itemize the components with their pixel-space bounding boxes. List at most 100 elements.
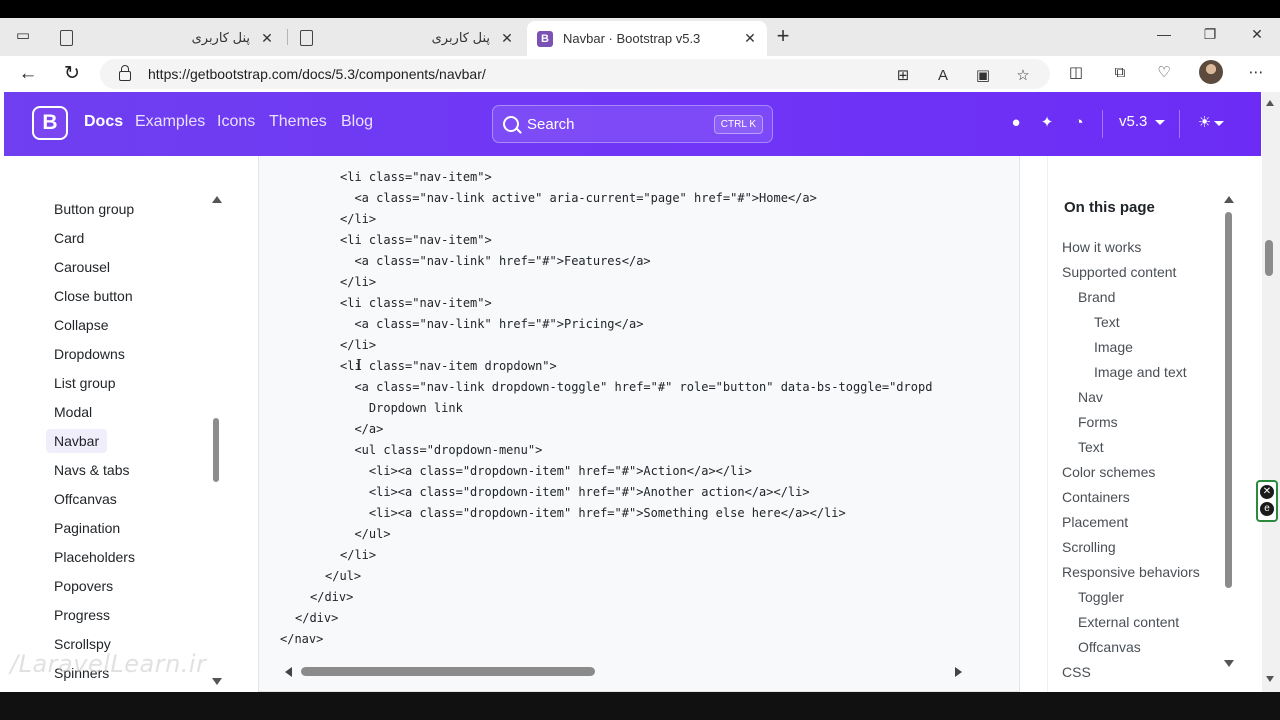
version-dropdown[interactable]: v5.3: [1119, 113, 1166, 130]
sidebar-item-offcanvas[interactable]: Offcanvas: [54, 491, 117, 507]
browser-window: ▭ پنل کاربری ✕ پنل کاربری ✕ B Navbar · B…: [0, 18, 1280, 692]
sidebar-item-card[interactable]: Card: [54, 230, 84, 246]
collections-icon[interactable]: ⧉: [1109, 62, 1131, 84]
sidebar-item-close-button[interactable]: Close button: [54, 288, 133, 304]
workspaces-icon[interactable]: ▭: [14, 27, 32, 45]
twitter-icon[interactable]: ✦: [1036, 112, 1058, 134]
toc-scrollbar-thumb[interactable]: [1225, 212, 1232, 588]
toc-item-responsive-behaviors[interactable]: Responsive behaviors: [1062, 564, 1200, 580]
split-screen-icon[interactable]: ◫: [1065, 62, 1087, 84]
toc-item-containers[interactable]: Containers: [1062, 489, 1130, 505]
navbar-divider: [1102, 110, 1103, 138]
toc-item-nav[interactable]: Nav: [1078, 389, 1103, 405]
github-icon[interactable]: ●: [1005, 112, 1027, 134]
back-button[interactable]: ←: [16, 62, 40, 86]
toc-item-image-and-text[interactable]: Image and text: [1094, 364, 1187, 380]
bootstrap-logo[interactable]: B: [32, 106, 68, 140]
code-scroll-right-arrow[interactable]: [955, 667, 962, 677]
profile-avatar[interactable]: [1199, 60, 1223, 84]
sidebar-item-navbar[interactable]: Navbar: [46, 429, 108, 453]
sidebar-item-popovers[interactable]: Popovers: [54, 578, 113, 594]
bootstrap-navbar: B Docs Examples Icons Themes Blog Search…: [4, 92, 1261, 156]
code-line: <a class="nav-link dropdown-toggle" href…: [340, 380, 933, 394]
tab-user-panel-2[interactable]: پنل کاربری ✕: [290, 23, 524, 53]
close-tab-icon[interactable]: ✕: [260, 30, 274, 47]
sidebar-item-navs-tabs[interactable]: Navs & tabs: [54, 462, 129, 478]
tab-separator: [287, 29, 288, 45]
toc-item-placement[interactable]: Placement: [1062, 514, 1128, 530]
favorite-star-icon[interactable]: ☆: [1012, 65, 1034, 87]
sidebar-item-collapse[interactable]: Collapse: [54, 317, 108, 333]
toc-item-color-schemes[interactable]: Color schemes: [1062, 464, 1155, 480]
toc-scroll-down-arrow[interactable]: [1224, 660, 1234, 667]
sidebar-scrollbar-thumb[interactable]: [213, 418, 219, 482]
page-scroll-up-arrow[interactable]: [1266, 100, 1274, 106]
close-icon[interactable]: ✕: [1260, 485, 1274, 499]
toc-item-forms[interactable]: Forms: [1078, 414, 1118, 430]
refresh-button[interactable]: ↻: [60, 62, 84, 86]
sidebar-item-list-group[interactable]: List group: [54, 375, 115, 391]
search-shortcut: CTRL K: [713, 115, 763, 134]
sidebar-item-pagination[interactable]: Pagination: [54, 520, 120, 536]
toc-item-brand-image[interactable]: Image: [1094, 339, 1133, 355]
address-bar: ← ↻ https://getbootstrap.com/docs/5.3/co…: [0, 56, 1280, 92]
app-available-icon[interactable]: ⊞: [892, 65, 914, 87]
toc-item-external-content[interactable]: External content: [1078, 614, 1179, 630]
close-tab-icon[interactable]: ✕: [743, 30, 757, 47]
code-line: </ul>: [340, 527, 391, 541]
toc-item-how-it-works[interactable]: How it works: [1062, 239, 1141, 255]
toc-item-brand-text[interactable]: Text: [1094, 314, 1120, 330]
browser-essentials-icon[interactable]: ♡: [1153, 62, 1175, 84]
tab-user-panel-1[interactable]: پنل کاربری ✕: [50, 23, 284, 53]
code-line: </ul>: [325, 569, 362, 583]
code-horizontal-scrollbar-thumb[interactable]: [301, 667, 595, 676]
bootstrap-favicon-icon: B: [537, 30, 553, 47]
text-cursor-icon: I: [356, 356, 362, 374]
toc-item-scrolling[interactable]: Scrolling: [1062, 539, 1116, 555]
close-tab-icon[interactable]: ✕: [500, 30, 514, 47]
page-scroll-down-arrow[interactable]: [1266, 676, 1274, 682]
page-scrollbar[interactable]: [1262, 92, 1280, 692]
sidebar-scroll-up-arrow[interactable]: [212, 196, 222, 203]
floating-widget[interactable]: ✕ e: [1256, 480, 1278, 522]
nav-link-themes[interactable]: Themes: [269, 113, 327, 131]
maximize-button[interactable]: ❐: [1200, 26, 1220, 43]
more-menu-icon[interactable]: ⋯: [1245, 62, 1267, 84]
sidebar-item-dropdowns[interactable]: Dropdowns: [54, 346, 125, 362]
read-aloud-icon[interactable]: A: [932, 65, 954, 87]
minimize-button[interactable]: —: [1154, 26, 1174, 42]
toc-item-brand[interactable]: Brand: [1078, 289, 1115, 305]
sidebar-item-progress[interactable]: Progress: [54, 607, 110, 623]
sidebar-scroll-down-arrow[interactable]: [212, 678, 222, 685]
immersive-reader-icon[interactable]: ▣: [972, 65, 994, 87]
page-scrollbar-thumb[interactable]: [1265, 240, 1273, 276]
url-text[interactable]: https://getbootstrap.com/docs/5.3/compon…: [148, 66, 486, 82]
nav-link-examples[interactable]: Examples: [135, 113, 205, 131]
toc-scroll-up-arrow[interactable]: [1224, 196, 1234, 203]
nav-link-icons[interactable]: Icons: [217, 113, 255, 131]
sidebar-item-placeholders[interactable]: Placeholders: [54, 549, 135, 565]
toc-item-offcanvas[interactable]: Offcanvas: [1078, 639, 1141, 655]
sidebar-item-modal[interactable]: Modal: [54, 404, 92, 420]
opencollective-icon[interactable]: ◔: [1068, 112, 1090, 134]
toc-item-toggler[interactable]: Toggler: [1078, 589, 1124, 605]
theme-toggle-sun-icon[interactable]: ☀: [1196, 112, 1226, 134]
sidebar-item-button-group[interactable]: Button group: [54, 201, 134, 217]
bottom-black-bar: [0, 692, 1280, 720]
url-field[interactable]: https://getbootstrap.com/docs/5.3/compon…: [100, 59, 1050, 89]
tab-navbar-bootstrap[interactable]: B Navbar · Bootstrap v5.3 ✕: [527, 21, 767, 56]
docs-search-button[interactable]: Search CTRL K: [492, 105, 773, 143]
edge-e-icon[interactable]: e: [1260, 502, 1274, 516]
nav-link-docs[interactable]: Docs: [84, 113, 123, 131]
new-tab-button[interactable]: +: [772, 25, 794, 48]
toc-item-css[interactable]: CSS: [1062, 664, 1091, 680]
code-scroll-left-arrow[interactable]: [285, 667, 292, 677]
code-line: </li>: [340, 275, 377, 289]
close-window-button[interactable]: ✕: [1247, 26, 1267, 43]
code-line: Dropdown link: [340, 401, 463, 415]
nav-link-blog[interactable]: Blog: [341, 113, 373, 131]
lock-icon[interactable]: [119, 65, 131, 81]
sidebar-item-carousel[interactable]: Carousel: [54, 259, 110, 275]
toc-item-text[interactable]: Text: [1078, 439, 1104, 455]
toc-item-supported-content[interactable]: Supported content: [1062, 264, 1176, 280]
